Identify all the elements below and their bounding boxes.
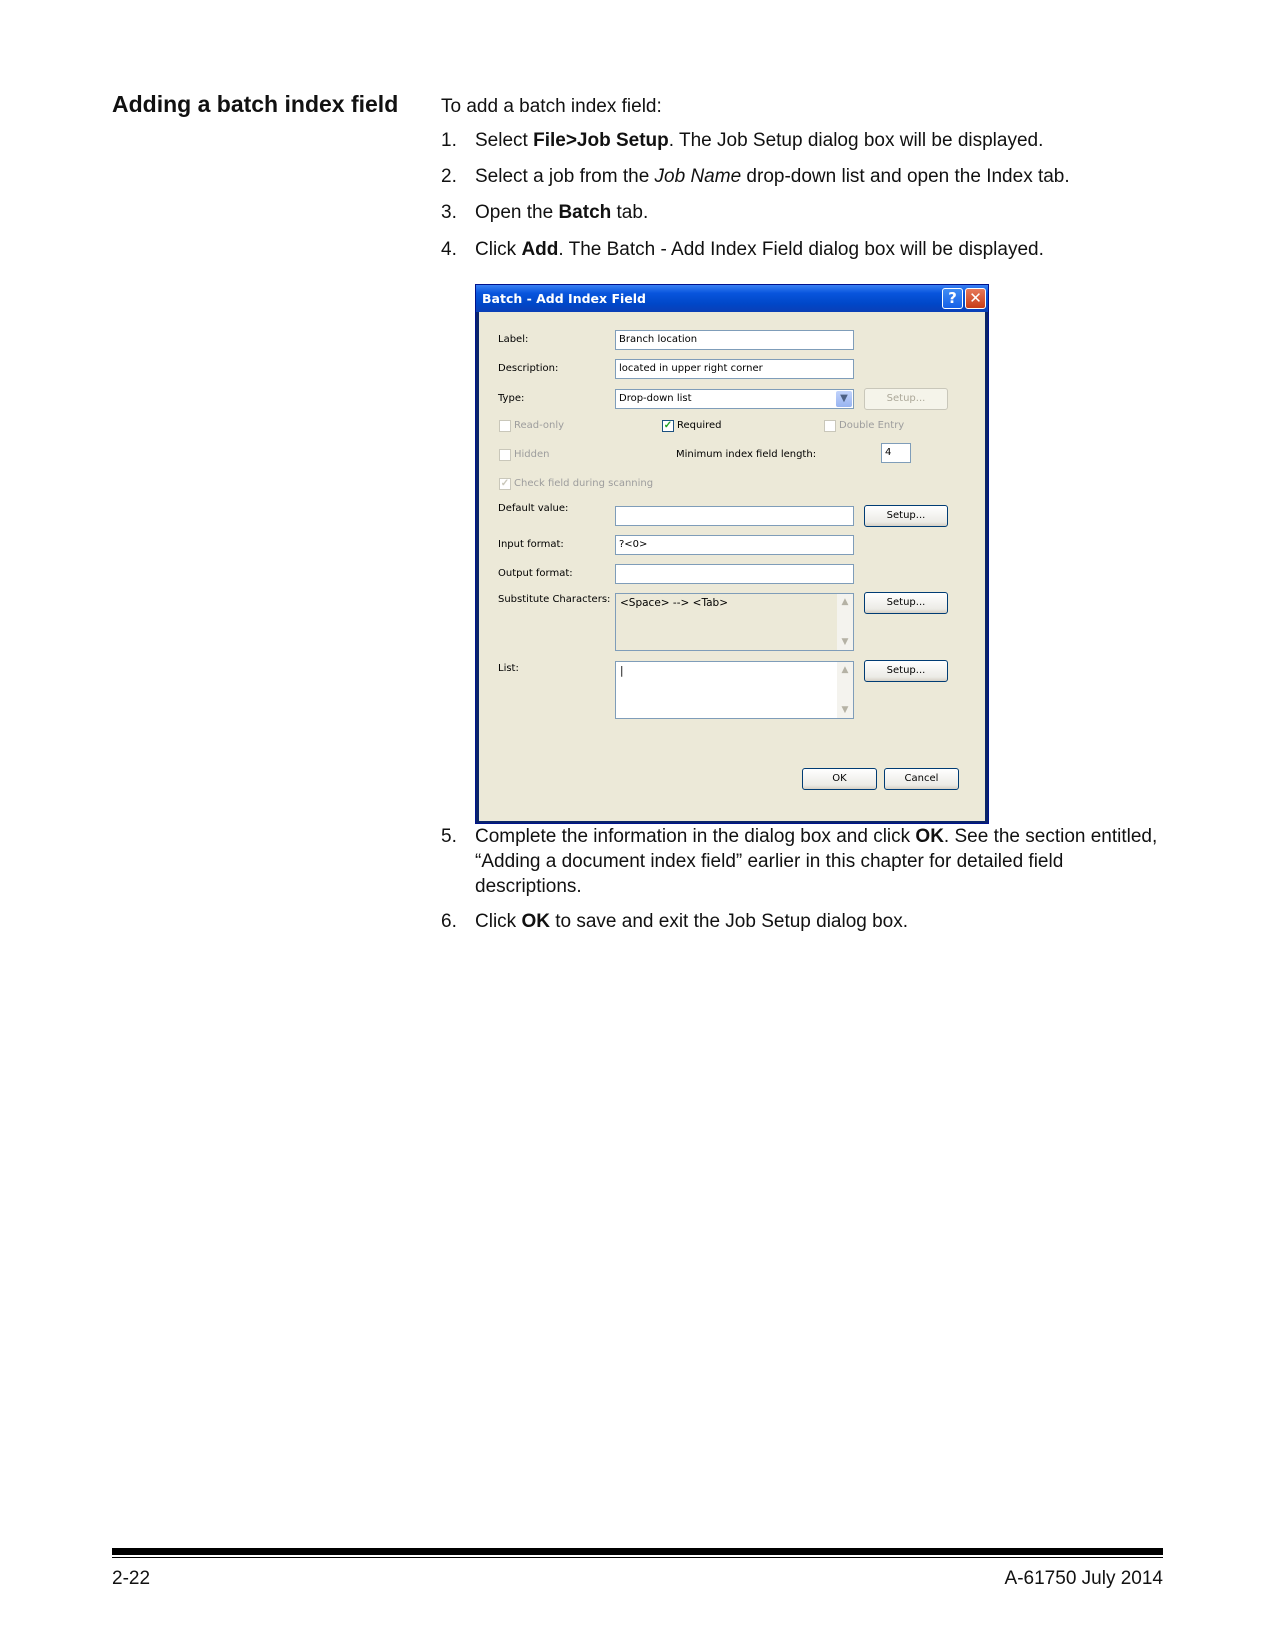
step-text: Click Add. The Batch - Add Index Field d… [475, 237, 1161, 262]
step-text-run: Select [475, 130, 534, 151]
step-text-run: to save and exit the Job Setup dialog bo… [549, 911, 909, 932]
read-only-label: Read-only [514, 420, 565, 431]
step-number: 2. [441, 166, 457, 187]
step-text-run: File>Job Setup [533, 130, 669, 151]
double-entry-label: Double Entry [839, 420, 905, 431]
step-text-run: Click [475, 911, 522, 932]
type-setup-button[interactable]: Setup... [864, 388, 948, 410]
read-only-checkbox[interactable] [499, 420, 511, 432]
intro-text: To add a batch index field: [441, 96, 662, 117]
type-select-value: Drop-down list [619, 393, 692, 404]
hidden-checkbox[interactable] [499, 449, 511, 461]
page-number: 2-22 [112, 1568, 151, 1589]
step-text-run: Batch [558, 202, 612, 223]
check-field-label: Check field during scanning [514, 478, 654, 489]
required-label: Required [677, 420, 722, 431]
min-length-label: Minimum index field length: [676, 449, 817, 460]
step-text-run: . The Batch - Add Index Field dialog box… [558, 239, 1044, 260]
step-6: 6. Click OK to save and exit the Job Setu… [441, 909, 1161, 934]
step-number: 5. [441, 826, 457, 847]
step-text-run: drop-down list and open the Index tab. [741, 166, 1070, 187]
step-text-run: Click [475, 239, 522, 260]
list-label: List: [498, 663, 519, 674]
substitute-characters-area[interactable]: <Space> --> <Tab> ▲ ▼ [615, 593, 854, 651]
scroll-down-icon[interactable]: ▼ [838, 703, 852, 717]
list-value: | [620, 665, 624, 677]
double-entry-checkbox[interactable] [824, 420, 836, 432]
substitute-characters-label: Substitute Characters: [498, 594, 611, 605]
description-label: Description: [498, 363, 559, 374]
step-number: 6. [441, 911, 457, 932]
default-value-label: Default value: [498, 503, 569, 514]
default-value-setup-button[interactable]: Setup... [864, 505, 948, 527]
default-value-input[interactable] [615, 506, 854, 526]
add-index-field-dialog: Batch - Add Index Field ? ✕ Label: Branc… [475, 284, 989, 824]
step-number: 4. [441, 239, 457, 260]
scroll-up-icon[interactable]: ▲ [838, 663, 852, 677]
step-text-run: Open the [475, 202, 559, 223]
step-text-run: OK [521, 911, 550, 932]
scroll-up-icon[interactable]: ▲ [838, 595, 852, 609]
label-input[interactable]: Branch location [615, 330, 854, 350]
step-text-run: . The Job Setup dialog box will be displ… [668, 130, 1044, 151]
list-setup-button[interactable]: Setup... [864, 660, 948, 682]
output-format-input[interactable] [615, 564, 854, 584]
cancel-button[interactable]: Cancel [884, 768, 959, 790]
step-text-run: Add [521, 239, 559, 260]
footer-rule [112, 1548, 1163, 1555]
step-3: 3. Open the Batch tab. [441, 200, 1161, 225]
step-5: 5. Complete the information in the dialog… [441, 824, 1161, 899]
ok-button[interactable]: OK [802, 768, 877, 790]
step-number: 3. [441, 202, 457, 223]
step-text-run: tab. [611, 202, 649, 223]
section-title: Adding a batch index field [112, 91, 399, 117]
step-text: Select a job from the Job Name drop-down… [475, 164, 1161, 189]
step-text-run: OK [915, 826, 944, 847]
output-format-label: Output format: [498, 568, 573, 579]
help-icon[interactable]: ? [942, 288, 963, 309]
step-text-run: Select a job from the [475, 166, 655, 187]
scrollbar[interactable]: ▲ ▼ [837, 594, 853, 650]
step-number: 1. [441, 130, 457, 151]
step-text: Open the Batch tab. [475, 200, 1161, 225]
input-format-label: Input format: [498, 539, 564, 550]
document-id: A-61750 July 2014 [1004, 1568, 1163, 1589]
check-field-checkbox[interactable]: ✓ [499, 478, 511, 490]
list-area[interactable]: | ▲ ▼ [615, 661, 854, 719]
type-select[interactable]: Drop-down list ▼ [615, 389, 854, 409]
dialog-titlebar: Batch - Add Index Field ? ✕ [476, 285, 988, 312]
dialog-body: Label: Branch location Description: loca… [479, 312, 985, 821]
dialog-title: Batch - Add Index Field [482, 291, 646, 306]
label-label: Label: [498, 334, 529, 345]
required-checkbox[interactable]: ✓ [662, 420, 674, 432]
footer-rule-thin [112, 1557, 1163, 1558]
substitute-characters-value: <Space> --> <Tab> [620, 597, 729, 609]
type-label: Type: [498, 393, 525, 404]
scroll-down-icon[interactable]: ▼ [838, 635, 852, 649]
min-length-input[interactable]: 4 [881, 443, 911, 463]
chevron-down-icon[interactable]: ▼ [836, 391, 852, 407]
step-1: 1. Select File>Job Setup. The Job Setup d… [441, 128, 1161, 153]
close-icon[interactable]: ✕ [965, 288, 986, 309]
step-text: Complete the information in the dialog b… [475, 824, 1161, 899]
step-text: Select File>Job Setup. The Job Setup dia… [475, 128, 1161, 153]
hidden-label: Hidden [514, 449, 550, 460]
step-text-run: Job Name [654, 166, 742, 187]
step-2: 2. Select a job from the Job Name drop-do… [441, 164, 1161, 189]
substitute-setup-button[interactable]: Setup... [864, 592, 948, 614]
description-input[interactable]: located in upper right corner [615, 359, 854, 379]
step-text-run: Complete the information in the dialog b… [475, 826, 916, 847]
input-format-input[interactable]: ?<0> [615, 535, 854, 555]
step-text: Click OK to save and exit the Job Setup … [475, 909, 1161, 934]
step-4: 4. Click Add. The Batch - Add Index Field… [441, 237, 1161, 262]
scrollbar[interactable]: ▲ ▼ [837, 662, 853, 718]
